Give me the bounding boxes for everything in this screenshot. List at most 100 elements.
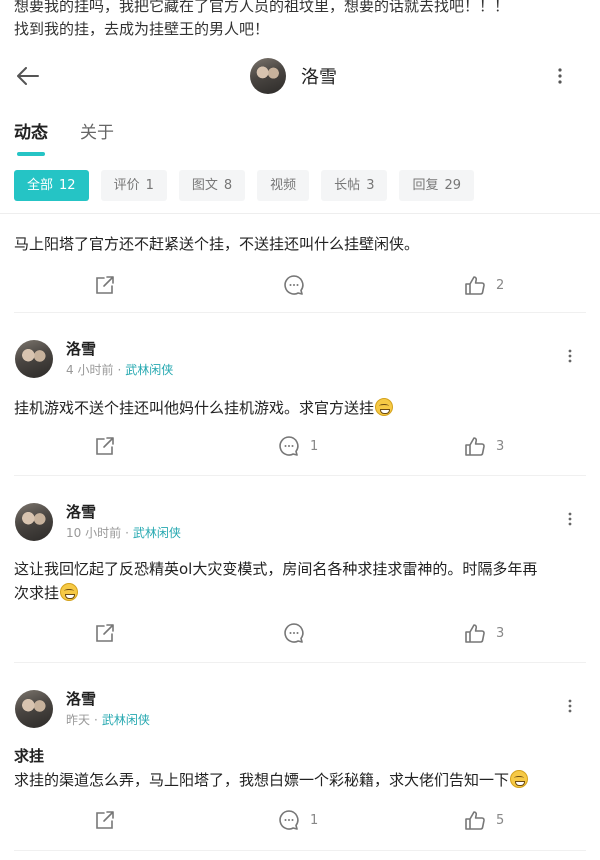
post-topic-link[interactable]: 武林闲侠 [102, 713, 150, 727]
thumbs-up-icon [465, 276, 485, 295]
comment-icon [279, 810, 299, 830]
bio-line-2: 找到我的挂，去成为挂壁王的男人吧！ [14, 20, 270, 38]
filter-all[interactable]: 全部 12 [14, 170, 89, 201]
tab-activity[interactable]: 动态 [14, 118, 48, 156]
post-meta: 4 小时前 · 武林闲侠 [66, 361, 173, 378]
comment-button[interactable]: 1 [278, 433, 318, 459]
header-user[interactable]: 洛雪 [250, 57, 337, 95]
header-username: 洛雪 [301, 67, 337, 88]
post-actions: 3 [14, 620, 586, 646]
comment-icon [284, 623, 304, 643]
like-button[interactable]: 3 [464, 433, 504, 459]
post-author[interactable]: 洛雪 [66, 338, 96, 359]
post-author[interactable]: 洛雪 [66, 501, 96, 522]
like-button[interactable]: 5 [464, 807, 504, 833]
share-button[interactable] [94, 272, 116, 298]
post-card[interactable]: 洛雪 10 小时前 · 武林闲侠 这让我回忆起了反恐精英ol大灾变模式，房间名各种求… [14, 501, 586, 666]
post-time: 4 小时前 [66, 363, 114, 377]
comment-icon [284, 275, 304, 295]
thumbs-up-icon [465, 437, 485, 456]
avatar[interactable] [15, 503, 53, 541]
post-title: 求挂 [14, 747, 45, 765]
separator [14, 475, 586, 476]
post-header: 洛雪 昨天 · 武林闲侠 [14, 688, 586, 730]
post-time: 10 小时前 [66, 526, 122, 540]
top-bar: 洛雪 [0, 52, 600, 100]
grin-emoji-icon [375, 398, 394, 416]
filter-chips: 全部 12 评价 1 图文 8 视频 长帖 3 回复 29 [14, 170, 486, 201]
post-topic-link[interactable]: 武林闲侠 [125, 363, 173, 377]
post-time: 昨天 [66, 713, 91, 727]
divider [0, 213, 600, 214]
more-options-button[interactable] [548, 64, 572, 88]
post-author[interactable]: 洛雪 [66, 688, 96, 709]
post-text: 次求挂 [14, 584, 60, 602]
filter-label: 图文 [191, 178, 218, 193]
tab-about[interactable]: 关于 [80, 118, 114, 150]
avatar [250, 58, 286, 94]
post-actions: 2 [14, 272, 586, 298]
like-count: 5 [496, 812, 505, 828]
filter-label: 全部 [27, 178, 54, 193]
comment-button[interactable] [283, 272, 305, 298]
post-topic-link[interactable]: 武林闲侠 [133, 526, 181, 540]
post-body: 这让我回忆起了反恐精英ol大灾变模式，房间名各种求挂求雷神的。时隔多年再 次求挂 [14, 557, 586, 605]
post-body: 挂机游戏不送个挂还叫他妈什么挂机游戏。求官方送挂 [14, 396, 586, 420]
post-more-button[interactable] [562, 346, 578, 366]
like-button[interactable]: 3 [464, 620, 504, 646]
separator [14, 850, 586, 851]
filter-image-text[interactable]: 图文 8 [178, 170, 246, 201]
filter-label: 回复 [412, 178, 439, 193]
post-text-line-1: 这让我回忆起了反恐精英ol大灾变模式，房间名各种求挂求雷神的。时隔多年再 [14, 560, 538, 578]
post-text: 求挂的渠道怎么弄，马上阳塔了，我想白嫖一个彩秘籍，求大佬们告知一下 [14, 771, 510, 789]
bio-line-1: 想要我的挂吗，我把它藏在了官方人员的祖坟里，想要的话就去找吧！！！ [14, 0, 510, 15]
more-vertical-icon [568, 349, 572, 363]
share-icon [96, 624, 114, 642]
filter-video[interactable]: 视频 [257, 170, 310, 201]
post-text-line-2: 次求挂 [14, 581, 586, 605]
filter-label: 评价 [113, 178, 140, 193]
meta-dot: · [94, 713, 98, 727]
more-vertical-icon [558, 68, 562, 84]
like-count: 3 [496, 438, 505, 454]
post-meta: 昨天 · 武林闲侠 [66, 711, 150, 728]
filter-count: 12 [59, 178, 76, 193]
arrow-left-icon [17, 67, 39, 85]
like-count: 2 [496, 277, 505, 293]
post-body: 求挂的渠道怎么弄，马上阳塔了，我想白嫖一个彩秘籍，求大佬们告知一下 [14, 768, 586, 792]
share-button[interactable] [94, 807, 116, 833]
post-card[interactable]: 马上阳塔了官方还不赶紧送个挂，不送挂还叫什么挂壁闲侠。 2 [14, 228, 586, 313]
filter-label: 长帖 [334, 178, 361, 193]
post-card[interactable]: 洛雪 4 小时前 · 武林闲侠 挂机游戏不送个挂还叫他妈什么挂机游戏。求官方送挂 1… [14, 338, 586, 488]
filter-replies[interactable]: 回复 29 [399, 170, 475, 201]
back-button[interactable] [14, 62, 42, 90]
post-header: 洛雪 4 小时前 · 武林闲侠 [14, 338, 586, 380]
avatar[interactable] [15, 690, 53, 728]
post-meta: 10 小时前 · 武林闲侠 [66, 524, 181, 541]
post-text: 挂机游戏不送个挂还叫他妈什么挂机游戏。求官方送挂 [14, 399, 375, 417]
comment-count: 1 [310, 812, 319, 828]
post-more-button[interactable] [562, 696, 578, 716]
share-button[interactable] [94, 433, 116, 459]
avatar[interactable] [15, 340, 53, 378]
more-vertical-icon [568, 512, 572, 526]
share-icon [96, 437, 114, 455]
thumbs-up-icon [465, 624, 485, 643]
comment-button[interactable]: 1 [278, 807, 318, 833]
meta-dot: · [125, 526, 129, 540]
filter-count: 8 [223, 178, 233, 193]
like-button[interactable]: 2 [464, 272, 504, 298]
separator [14, 312, 586, 313]
filter-count: 29 [444, 178, 462, 193]
filter-reviews[interactable]: 评价 1 [100, 170, 167, 201]
profile-bio: 想要我的挂吗，我把它藏在了官方人员的祖坟里，想要的话就去找吧！！！ 找到我的挂，… [14, 0, 584, 41]
post-card[interactable]: 洛雪 昨天 · 武林闲侠 求挂 求挂的渠道怎么弄，马上阳塔了，我想白嫖一个彩秘籍，求… [14, 688, 586, 860]
post-more-button[interactable] [562, 509, 578, 529]
post-actions: 1 3 [14, 433, 586, 459]
comment-button[interactable] [283, 620, 305, 646]
comment-count: 1 [310, 438, 319, 454]
thumbs-up-icon [465, 811, 485, 830]
share-button[interactable] [94, 620, 116, 646]
filter-long-posts[interactable]: 长帖 3 [321, 170, 388, 201]
more-vertical-icon [568, 699, 572, 713]
